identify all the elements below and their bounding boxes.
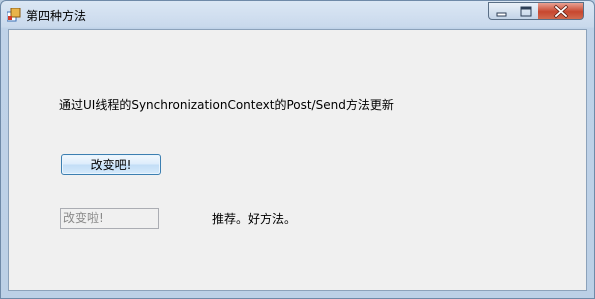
close-icon [553,4,569,19]
title-bar[interactable]: 第四种方法 [1,1,594,29]
recommendation-label: 推荐。好方法。 [212,212,297,226]
close-button[interactable] [538,2,584,20]
maximize-icon [520,6,532,17]
form-window: 第四种方法 通过UI线程的SynchronizationContext的Post… [0,0,595,299]
description-label: 通过UI线程的SynchronizationContext的Post/Send方… [59,98,394,112]
result-textbox[interactable]: 改变啦! [60,208,159,229]
minimize-button[interactable] [488,2,514,20]
minimize-icon [496,12,507,17]
window-app-icon [7,8,21,22]
maximize-button[interactable] [513,2,539,20]
window-title: 第四种方法 [26,9,87,23]
client-area: 通过UI线程的SynchronizationContext的Post/Send方… [8,29,587,291]
change-button[interactable]: 改变吧! [61,154,161,175]
